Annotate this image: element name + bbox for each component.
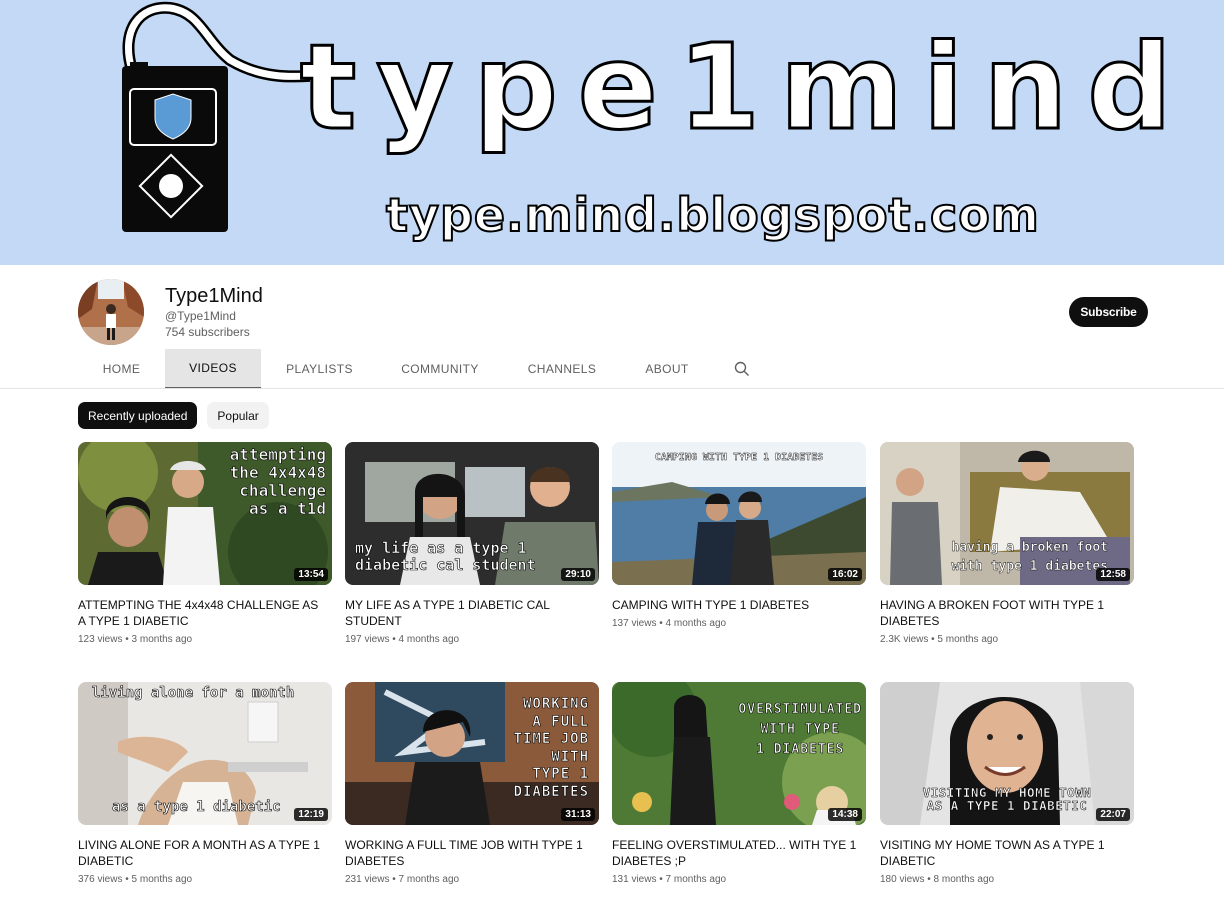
video-card[interactable]: WORKING A FULL TIME JOB WITH TYPE 1 DIAB… — [345, 682, 599, 885]
thumbnail-caption: my life as a type 1 diabetic cal student — [355, 539, 536, 574]
video-card[interactable]: CAMPING WITH TYPE 1 DIABETES 16:02 CAMPI… — [612, 442, 866, 629]
channel-name: Type1Mind — [165, 285, 263, 307]
tab-about[interactable]: ABOUT — [622, 349, 712, 389]
video-card[interactable]: attempting the 4x4x48 challenge as a t1d… — [78, 442, 332, 645]
video-duration: 14:38 — [828, 808, 862, 821]
video-title[interactable]: VISITING MY HOME TOWN AS A TYPE 1 DIABET… — [880, 837, 1125, 869]
tab-playlists[interactable]: PLAYLISTS — [261, 349, 378, 389]
video-duration: 16:02 — [828, 568, 862, 581]
video-title[interactable]: ATTEMPTING THE 4x4x48 CHALLENGE AS A TYP… — [78, 597, 323, 629]
video-thumbnail[interactable]: living alone for a month as a type 1 dia… — [78, 682, 332, 825]
video-title[interactable]: FEELING OVERSTIMULATED... WITH TYE 1 DIA… — [612, 837, 857, 869]
video-meta: 180 views • 8 months ago — [880, 874, 995, 885]
video-title[interactable]: HAVING A BROKEN FOOT WITH TYPE 1 DIABETE… — [880, 597, 1125, 629]
thumbnail-caption: having a broken foot with type 1 diabete… — [951, 540, 1108, 574]
channel-header: Type1Mind @Type1Mind 754 subscribers Sub… — [0, 265, 1224, 389]
thumbnail-caption-top: living alone for a month — [92, 685, 295, 701]
video-card[interactable]: VISITING MY HOME TOWN AS A TYPE 1 DIABET… — [880, 682, 1134, 885]
tab-videos[interactable]: VIDEOS — [165, 349, 261, 389]
video-duration: 12:58 — [1096, 568, 1130, 581]
thumbnail-caption-bottom: as a type 1 diabetic — [112, 799, 281, 815]
thumbnail-caption: WORKING A FULL TIME JOB WITH TYPE 1 DIAB… — [513, 696, 589, 800]
video-title[interactable]: WORKING A FULL TIME JOB WITH TYPE 1 DIAB… — [345, 837, 590, 869]
video-title[interactable]: CAMPING WITH TYPE 1 DIABETES — [612, 597, 857, 613]
header-divider — [0, 388, 1224, 389]
tab-channels[interactable]: CHANNELS — [502, 349, 622, 389]
thumbnail-caption: CAMPING WITH TYPE 1 DIABETES — [654, 452, 824, 463]
banner-url: type.mind.blogspot.com — [385, 188, 1040, 242]
video-thumbnail[interactable]: my life as a type 1 diabetic cal student… — [345, 442, 599, 585]
tab-community[interactable]: COMMUNITY — [378, 349, 502, 389]
video-card[interactable]: my life as a type 1 diabetic cal student… — [345, 442, 599, 645]
video-meta: 2.3K views • 5 months ago — [880, 634, 999, 645]
video-duration: 29:10 — [561, 568, 595, 581]
video-duration: 13:54 — [294, 568, 328, 581]
video-duration: 31:13 — [561, 808, 595, 821]
thumbnail-caption: OVERSTIMULATED WITH TYPE 1 DIABETES — [738, 702, 862, 758]
subscriber-count: 754 subscribers — [165, 325, 250, 339]
video-card[interactable]: living alone for a month as a type 1 dia… — [78, 682, 332, 885]
video-thumbnail[interactable]: WORKING A FULL TIME JOB WITH TYPE 1 DIAB… — [345, 682, 599, 825]
video-duration: 12:19 — [294, 808, 328, 821]
chip-popular[interactable]: Popular — [207, 402, 269, 429]
video-thumbnail[interactable]: CAMPING WITH TYPE 1 DIABETES 16:02 — [612, 442, 866, 585]
channel-handle: @Type1Mind — [165, 309, 236, 323]
video-thumbnail[interactable]: VISITING MY HOME TOWN AS A TYPE 1 DIABET… — [880, 682, 1134, 825]
tab-home[interactable]: HOME — [78, 349, 165, 389]
video-meta: 123 views • 3 months ago — [78, 634, 193, 645]
channel-banner: type1mind type.mind.blogspot.com — [0, 0, 1224, 265]
video-meta: 131 views • 7 months ago — [612, 874, 727, 885]
video-card[interactable]: OVERSTIMULATED WITH TYPE 1 DIABETES 14:3… — [612, 682, 866, 885]
video-thumbnail[interactable]: OVERSTIMULATED WITH TYPE 1 DIABETES 14:3… — [612, 682, 866, 825]
video-thumbnail[interactable]: having a broken foot with type 1 diabete… — [880, 442, 1134, 585]
thumbnail-caption: attempting the 4x4x48 challenge as a t1d — [229, 445, 326, 518]
video-duration: 22:07 — [1096, 808, 1130, 821]
video-meta: 376 views • 5 months ago — [78, 874, 193, 885]
subscribe-button[interactable]: Subscribe — [1069, 297, 1148, 327]
video-thumbnail[interactable]: attempting the 4x4x48 challenge as a t1d… — [78, 442, 332, 585]
insulin-pump-icon — [122, 1, 310, 232]
video-meta: 137 views • 4 months ago — [612, 618, 727, 629]
video-card[interactable]: having a broken foot with type 1 diabete… — [880, 442, 1134, 645]
channel-tabs: HOME VIDEOS PLAYLISTS COMMUNITY CHANNELS… — [78, 349, 762, 389]
video-meta: 231 views • 7 months ago — [345, 874, 460, 885]
banner-title: type1mind — [299, 18, 1192, 156]
chip-recently-uploaded[interactable]: Recently uploaded — [78, 402, 198, 429]
sort-chips: Recently uploaded Popular — [78, 402, 269, 429]
video-title[interactable]: MY LIFE AS A TYPE 1 DIABETIC CAL STUDENT — [345, 597, 590, 629]
channel-avatar[interactable] — [78, 279, 144, 345]
channel-search-icon[interactable] — [722, 349, 762, 389]
video-meta: 197 views • 4 months ago — [345, 634, 460, 645]
video-title[interactable]: LIVING ALONE FOR A MONTH AS A TYPE 1 DIA… — [78, 837, 323, 869]
